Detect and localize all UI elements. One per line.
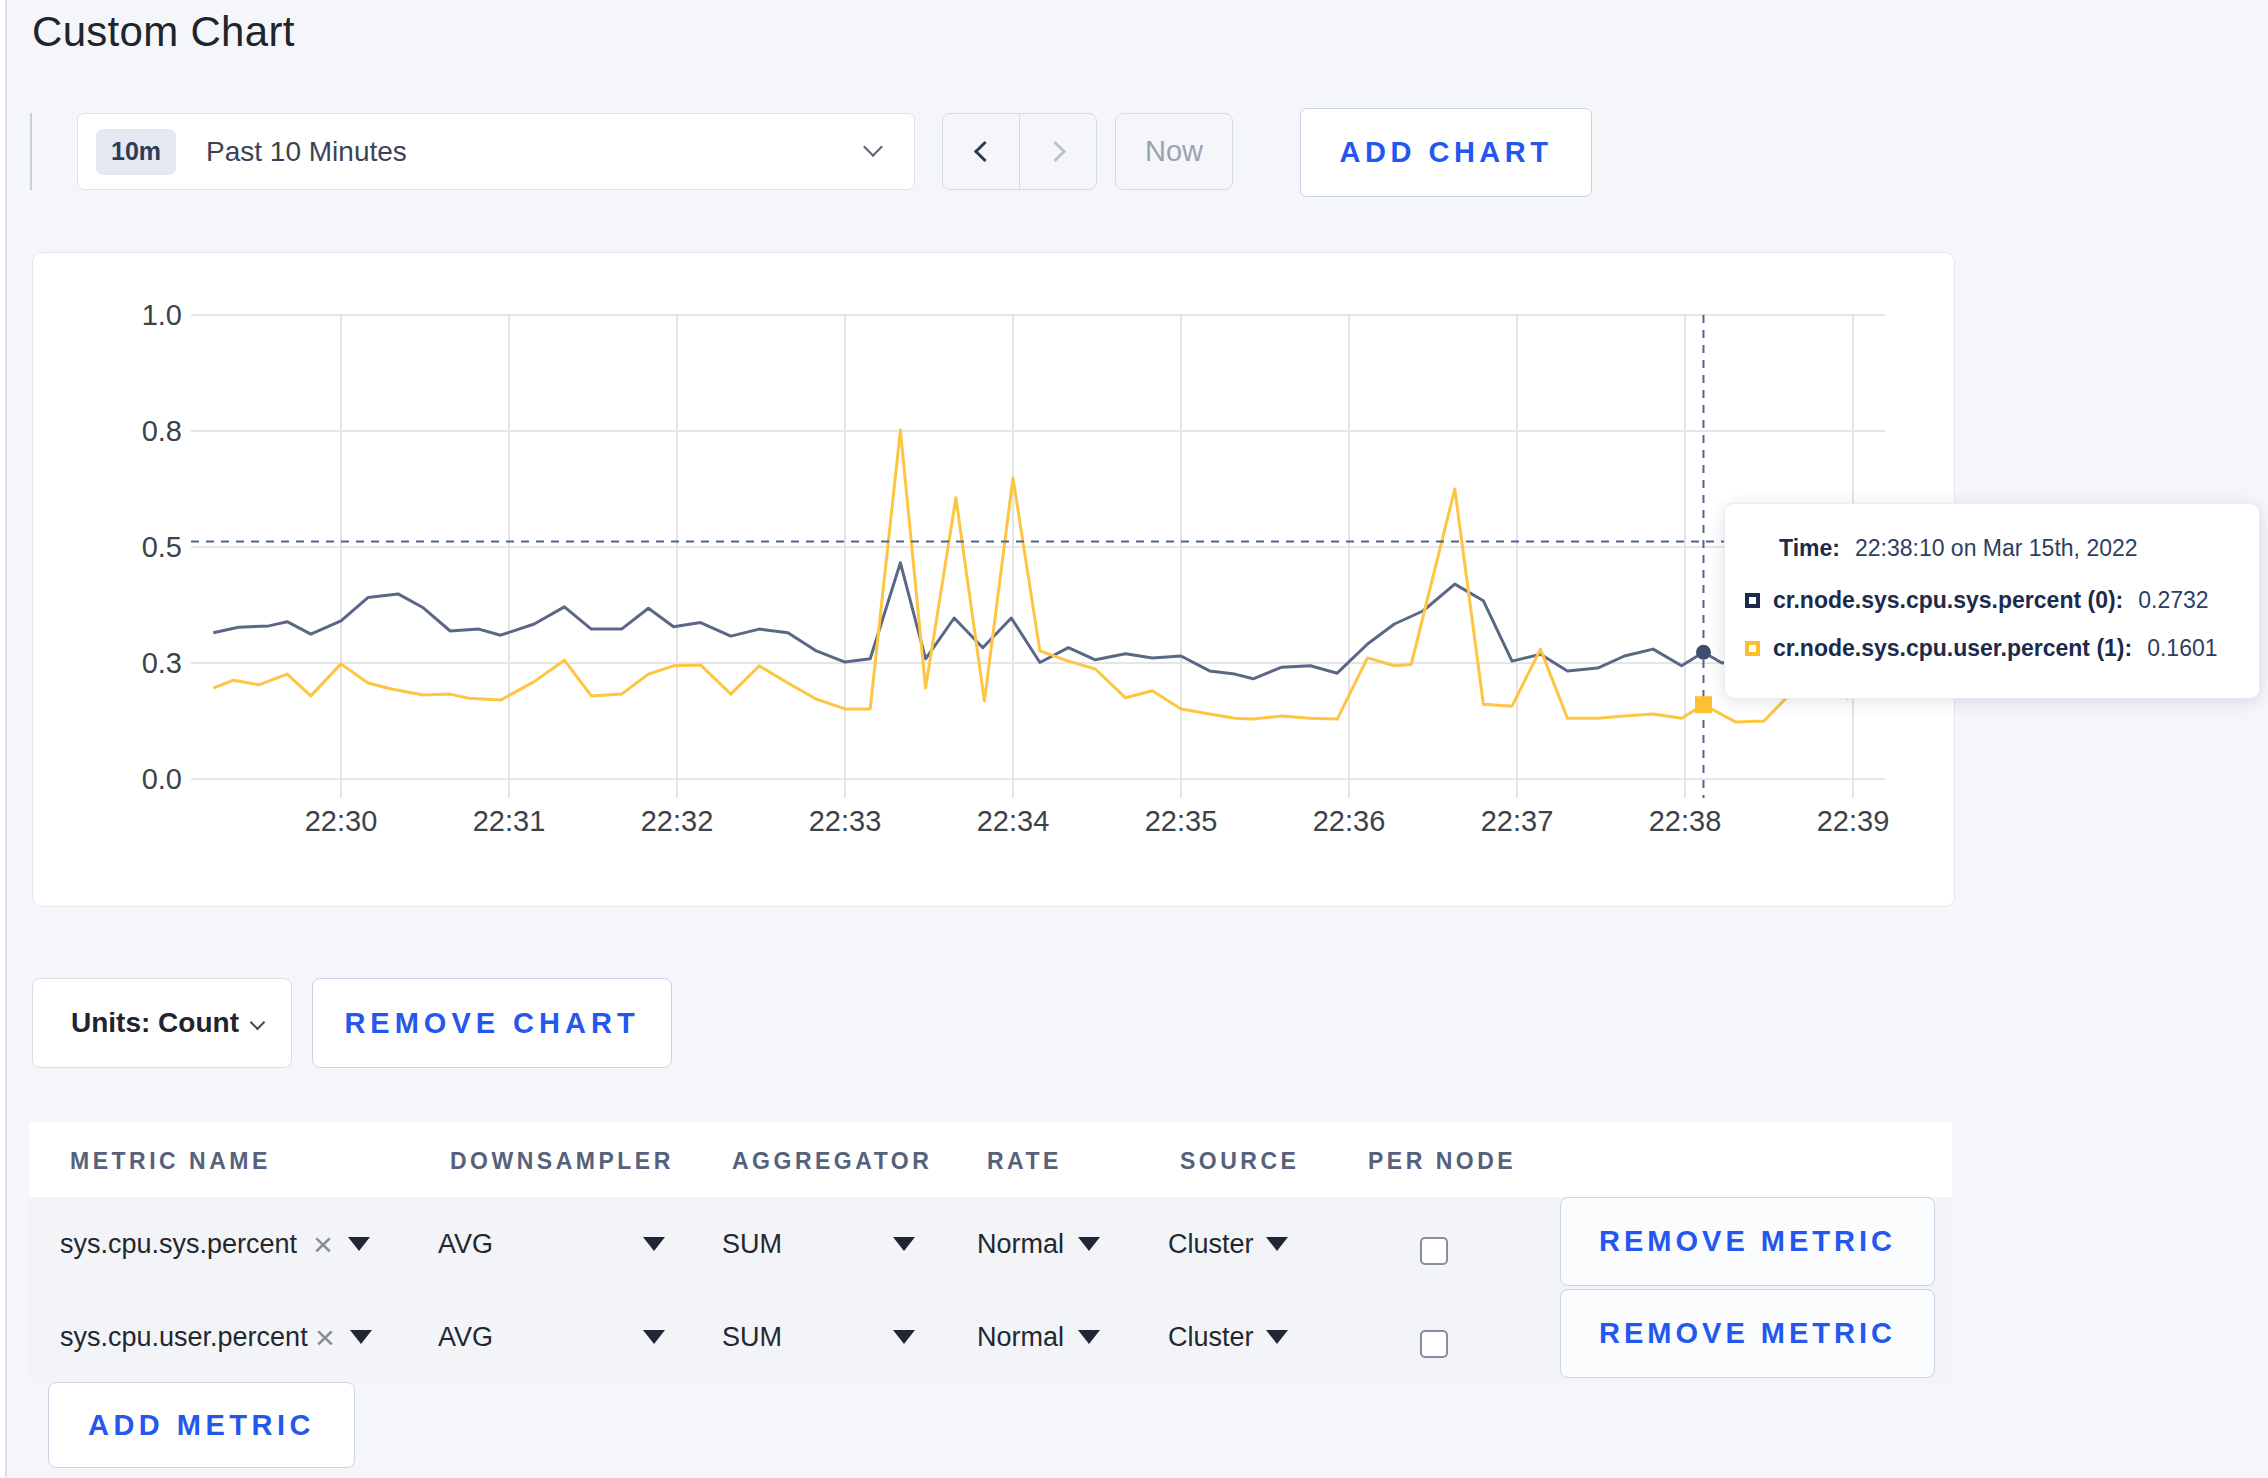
svg-text:22:38: 22:38 xyxy=(1649,805,1722,837)
remove-metric-button[interactable]: REMOVE METRIC xyxy=(1560,1289,1935,1378)
chart-card: 0.0 0.3 0.5 0.8 1.0 22:30 22:31 22:32 22:33 22:34… xyxy=(32,252,1955,907)
source-select[interactable]: Cluster xyxy=(1168,1321,1254,1352)
col-metric-name: METRIC NAME xyxy=(70,1148,271,1175)
window-left-edge xyxy=(0,0,7,1478)
svg-text:0.3: 0.3 xyxy=(142,647,182,679)
series-sys-legend-icon xyxy=(1745,593,1760,608)
rate-select[interactable]: Normal xyxy=(977,1321,1064,1352)
source-caret-icon[interactable] xyxy=(1266,1237,1288,1251)
rate-select[interactable]: Normal xyxy=(977,1228,1064,1259)
tooltip-series-label: cr.node.sys.cpu.sys.percent (0): xyxy=(1773,587,2123,614)
tooltip-series-value: 0.1601 xyxy=(2147,635,2217,662)
next-window-button[interactable] xyxy=(1020,114,1096,189)
downsampler-caret-icon[interactable] xyxy=(643,1330,665,1344)
downsampler-caret-icon[interactable] xyxy=(643,1237,665,1251)
svg-text:22:33: 22:33 xyxy=(809,805,882,837)
svg-text:22:31: 22:31 xyxy=(473,805,546,837)
tooltip-time-value: 22:38:10 on Mar 15th, 2022 xyxy=(1855,535,2138,562)
aggregator-caret-icon[interactable] xyxy=(893,1330,915,1344)
svg-text:0.8: 0.8 xyxy=(142,415,182,447)
metrics-table-body: sys.cpu.sys.percent × AVG SUM Normal Clu… xyxy=(29,1197,1952,1383)
svg-text:22:34: 22:34 xyxy=(977,805,1050,837)
time-range-badge: 10m xyxy=(96,129,176,175)
units-label: Units: Count xyxy=(71,1007,239,1039)
remove-chart-button[interactable]: REMOVE CHART xyxy=(312,978,672,1068)
metric-name-caret-icon[interactable] xyxy=(350,1330,372,1344)
metric-name-caret-icon[interactable] xyxy=(348,1237,370,1251)
tooltip-series-label: cr.node.sys.cpu.user.percent (1): xyxy=(1773,635,2132,662)
remove-metric-x-icon[interactable]: × xyxy=(315,1317,335,1356)
page-title: Custom Chart xyxy=(32,8,295,56)
add-metric-button[interactable]: ADD METRIC xyxy=(48,1382,355,1468)
svg-text:22:30: 22:30 xyxy=(305,805,378,837)
col-aggregator: AGGREGATOR xyxy=(732,1148,932,1175)
chevron-down-icon xyxy=(250,1015,266,1031)
aggregator-select[interactable]: SUM xyxy=(722,1321,782,1352)
aggregator-caret-icon[interactable] xyxy=(893,1237,915,1251)
col-downsampler: DOWNSAMPLER xyxy=(450,1148,674,1175)
units-select[interactable]: Units: Count xyxy=(32,978,292,1068)
per-node-checkbox[interactable] xyxy=(1420,1237,1448,1265)
aggregator-select[interactable]: SUM xyxy=(722,1228,782,1259)
remove-metric-button[interactable]: REMOVE METRIC xyxy=(1560,1197,1935,1286)
metrics-table: METRIC NAME DOWNSAMPLER AGGREGATOR RATE … xyxy=(29,1122,1952,1383)
remove-metric-x-icon[interactable]: × xyxy=(313,1224,333,1263)
config-divider xyxy=(30,113,32,190)
time-range-label: Past 10 Minutes xyxy=(206,136,407,168)
prev-window-button[interactable] xyxy=(943,114,1020,189)
col-rate: RATE xyxy=(987,1148,1062,1175)
line-chart[interactable]: 0.0 0.3 0.5 0.8 1.0 22:30 22:31 22:32 22:33 22:34… xyxy=(33,253,1956,908)
chevron-left-icon xyxy=(973,141,994,162)
svg-text:22:32: 22:32 xyxy=(641,805,714,837)
svg-text:22:36: 22:36 xyxy=(1313,805,1386,837)
svg-text:22:37: 22:37 xyxy=(1481,805,1554,837)
per-node-checkbox[interactable] xyxy=(1420,1330,1448,1358)
now-button[interactable]: Now xyxy=(1115,113,1233,190)
source-select[interactable]: Cluster xyxy=(1168,1228,1254,1259)
rate-caret-icon[interactable] xyxy=(1078,1330,1100,1344)
chevron-down-icon xyxy=(863,137,883,157)
rate-caret-icon[interactable] xyxy=(1078,1237,1100,1251)
svg-text:22:35: 22:35 xyxy=(1145,805,1218,837)
chart-tooltip: Time: 22:38:10 on Mar 15th, 2022 cr.node… xyxy=(1724,503,2260,699)
tooltip-series-value: 0.2732 xyxy=(2138,587,2208,614)
metric-name-value[interactable]: sys.cpu.user.percent xyxy=(60,1321,308,1352)
time-range-select[interactable]: 10m Past 10 Minutes xyxy=(77,113,915,190)
add-chart-button[interactable]: ADD CHART xyxy=(1300,108,1592,197)
tooltip-time-label: Time: xyxy=(1779,535,1840,562)
col-source: SOURCE xyxy=(1180,1148,1299,1175)
metrics-table-header: METRIC NAME DOWNSAMPLER AGGREGATOR RATE … xyxy=(29,1122,1952,1197)
time-window-arrows xyxy=(942,113,1097,190)
svg-text:0.5: 0.5 xyxy=(142,531,182,563)
source-caret-icon[interactable] xyxy=(1266,1330,1288,1344)
svg-text:22:39: 22:39 xyxy=(1817,805,1890,837)
svg-text:0.0: 0.0 xyxy=(142,763,182,795)
series-user-legend-icon xyxy=(1745,641,1760,656)
svg-text:1.0: 1.0 xyxy=(142,299,182,331)
col-per-node: PER NODE xyxy=(1368,1148,1516,1175)
downsampler-select[interactable]: AVG xyxy=(438,1228,493,1259)
metric-name-value[interactable]: sys.cpu.sys.percent xyxy=(60,1228,297,1259)
chevron-right-icon xyxy=(1044,141,1065,162)
downsampler-select[interactable]: AVG xyxy=(438,1321,493,1352)
